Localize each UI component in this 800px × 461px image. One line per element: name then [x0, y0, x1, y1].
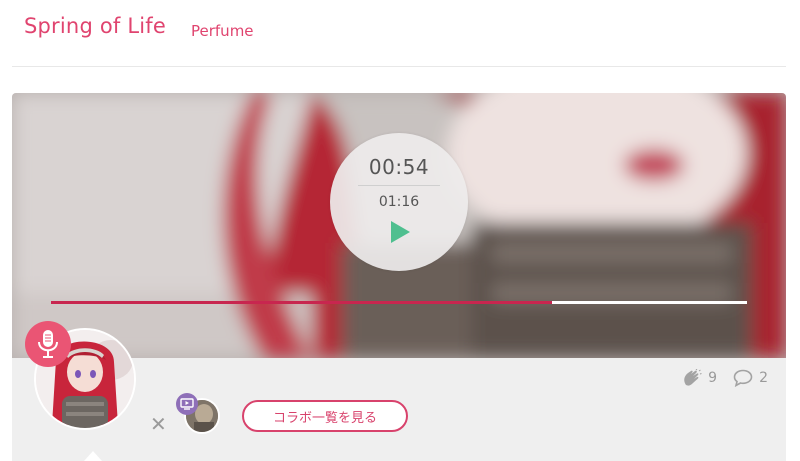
- artist-name[interactable]: Perfume: [191, 22, 254, 40]
- video-icon: [180, 398, 194, 410]
- comment-icon: [733, 369, 753, 387]
- player[interactable]: 00:54 01:16: [12, 93, 786, 358]
- info-bar: 9 2 ✕ コラボ一覧を見る: [12, 321, 786, 461]
- stats-bar: 9 2: [672, 368, 768, 388]
- comment-count: 2: [759, 370, 768, 386]
- times-icon: ✕: [150, 412, 167, 436]
- comment-stat[interactable]: 2: [733, 369, 768, 387]
- play-button[interactable]: [388, 220, 412, 244]
- view-collabs-button[interactable]: コラボ一覧を見る: [242, 400, 408, 432]
- song-title[interactable]: Spring of Life: [24, 14, 166, 38]
- applause-stat[interactable]: 9: [682, 369, 717, 387]
- total-time: 01:16: [378, 194, 420, 210]
- video-badge: [176, 393, 198, 415]
- microphone-icon: [38, 330, 58, 358]
- mic-badge[interactable]: [25, 321, 71, 367]
- play-icon: [391, 221, 410, 243]
- header-divider: [12, 66, 786, 67]
- time-separator: [358, 185, 440, 186]
- avatar-pointer: [84, 451, 102, 461]
- timer-display: 00:54 01:16: [330, 133, 468, 271]
- applause-count: 9: [708, 370, 718, 386]
- current-time: 00:54: [368, 155, 430, 179]
- applause-icon: [684, 369, 702, 386]
- progress-fill: [51, 301, 553, 304]
- page: Spring of Life Perfume 00:54 01:16 9 2 ✕…: [0, 0, 800, 461]
- playback-progress-bar[interactable]: [51, 301, 747, 304]
- song-header: Spring of Life Perfume: [0, 0, 800, 66]
